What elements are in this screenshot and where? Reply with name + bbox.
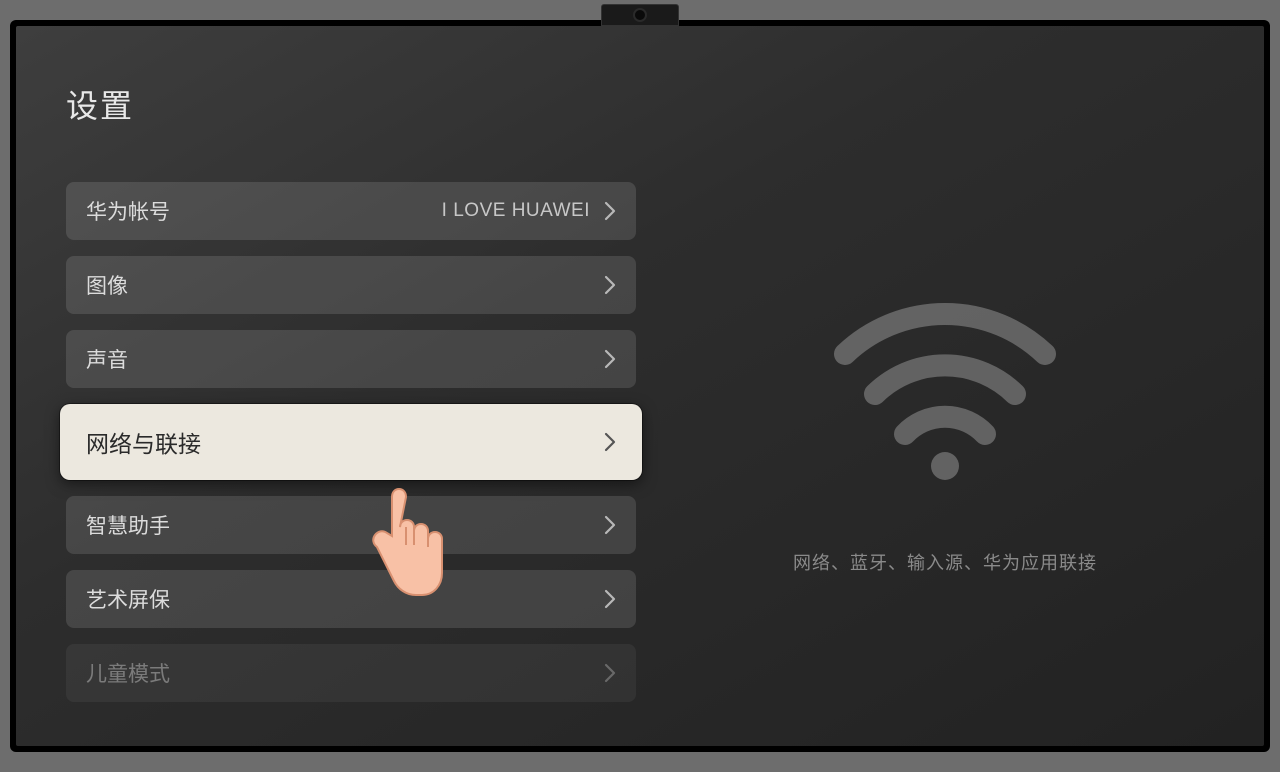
wifi-icon	[825, 284, 1065, 489]
menu-item-sound[interactable]: 声音	[66, 330, 636, 388]
page-title: 设置	[66, 81, 1214, 127]
chevron-right-icon	[604, 515, 616, 535]
menu-item-assistant[interactable]: 智慧助手	[66, 496, 636, 554]
menu-value: I LOVE HUAWEI	[442, 200, 590, 222]
menu-label: 华为帐号	[86, 196, 442, 226]
chevron-right-icon	[604, 275, 616, 295]
chevron-right-icon	[604, 201, 616, 221]
chevron-right-icon	[604, 432, 616, 452]
menu-label: 艺术屏保	[86, 584, 604, 614]
menu-item-network[interactable]: 网络与联接	[60, 404, 642, 480]
detail-description: 网络、蓝牙、输入源、华为应用联接	[793, 549, 1097, 575]
tv-frame: 设置 华为帐号 I LOVE HUAWEI 图像 声音	[10, 20, 1270, 752]
menu-label: 儿童模式	[86, 658, 604, 688]
menu-item-child[interactable]: 儿童模式	[66, 644, 636, 702]
tv-camera	[601, 4, 679, 26]
chevron-right-icon	[604, 663, 616, 683]
menu-label: 声音	[86, 344, 604, 374]
settings-menu: 华为帐号 I LOVE HUAWEI 图像 声音	[66, 182, 636, 717]
screen: 设置 华为帐号 I LOVE HUAWEI 图像 声音	[16, 26, 1264, 746]
menu-label: 网络与联接	[86, 425, 604, 459]
menu-label: 图像	[86, 270, 604, 300]
menu-item-account[interactable]: 华为帐号 I LOVE HUAWEI	[66, 182, 636, 240]
content-area: 华为帐号 I LOVE HUAWEI 图像 声音	[66, 182, 1214, 717]
menu-label: 智慧助手	[86, 510, 604, 540]
menu-item-screensaver[interactable]: 艺术屏保	[66, 570, 636, 628]
detail-panel: 网络、蓝牙、输入源、华为应用联接	[676, 182, 1214, 717]
chevron-right-icon	[604, 589, 616, 609]
chevron-right-icon	[604, 349, 616, 369]
menu-item-image[interactable]: 图像	[66, 256, 636, 314]
